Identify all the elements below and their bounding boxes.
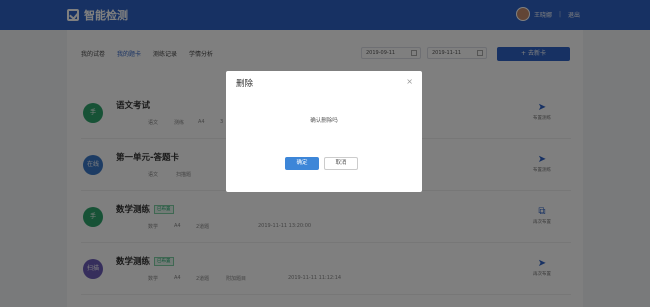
dialog-message: 确认删除吗	[310, 118, 338, 124]
delete-dialog: 删除 × 确认删除吗 确定 取消	[226, 71, 422, 192]
confirm-button[interactable]: 确定	[285, 157, 319, 170]
cancel-button[interactable]: 取消	[324, 157, 358, 170]
dialog-title: 删除	[236, 79, 254, 89]
close-icon[interactable]: ×	[406, 77, 413, 86]
